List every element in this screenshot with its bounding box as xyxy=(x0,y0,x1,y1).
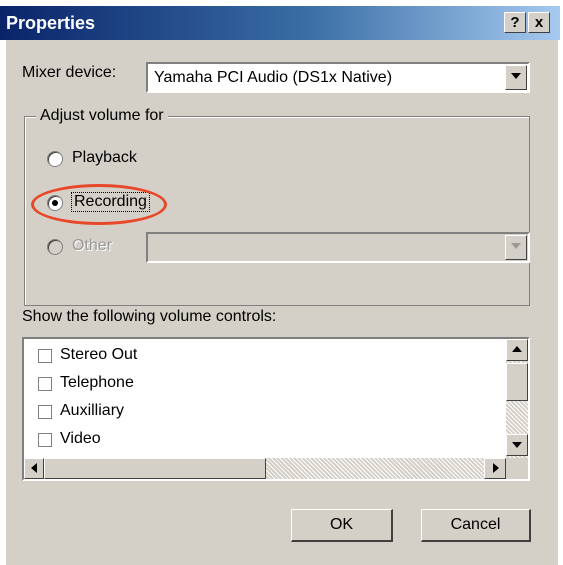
ok-button[interactable]: OK xyxy=(291,509,393,542)
video-checkbox[interactable] xyxy=(38,433,52,447)
mixer-device-label: Mixer device: xyxy=(22,64,117,81)
telephone-label[interactable]: Telephone xyxy=(60,374,134,392)
stereo-out-checkbox[interactable] xyxy=(38,349,52,363)
scroll-right-button[interactable] xyxy=(484,458,506,479)
arrow-right-icon xyxy=(493,463,499,473)
video-label[interactable]: Video xyxy=(60,430,101,448)
stereo-out-label[interactable]: Stereo Out xyxy=(60,346,137,364)
telephone-checkbox[interactable] xyxy=(38,377,52,391)
close-button[interactable]: x xyxy=(528,12,550,33)
horizontal-scrollbar[interactable] xyxy=(24,458,506,479)
help-icon: ? xyxy=(510,14,520,31)
other-device-select[interactable] xyxy=(146,232,530,263)
mixer-dropdown-button[interactable] xyxy=(505,65,527,90)
annotation-circle xyxy=(31,184,167,225)
playback-radio[interactable] xyxy=(47,151,63,167)
ok-button-label: OK xyxy=(329,516,354,533)
other-dropdown-button[interactable] xyxy=(505,235,527,260)
other-radio[interactable] xyxy=(47,239,63,255)
cancel-button-label: Cancel xyxy=(450,516,501,533)
controls-label: Show the following volume controls: xyxy=(22,308,277,325)
mixer-device-value: Yamaha PCI Audio (DS1x Native) xyxy=(154,69,393,86)
arrow-up-icon xyxy=(512,346,522,352)
arrow-down-icon xyxy=(512,442,522,448)
volume-controls-list[interactable]: Stereo Out Telephone Auxilliary Video xyxy=(22,337,530,481)
help-button[interactable]: ? xyxy=(504,12,526,33)
dialog-body: Mixer device: Yamaha PCI Audio (DS1x Nat… xyxy=(6,40,558,565)
title-bar[interactable]: Properties ? x xyxy=(0,6,560,40)
cancel-button[interactable]: Cancel xyxy=(421,509,531,542)
other-label[interactable]: Other xyxy=(72,237,112,255)
playback-label[interactable]: Playback xyxy=(72,149,137,167)
auxilliary-label[interactable]: Auxilliary xyxy=(60,402,124,420)
window-title: Properties xyxy=(6,13,96,33)
vertical-scroll-thumb[interactable] xyxy=(506,363,528,401)
scrollbar-corner xyxy=(506,458,528,479)
horizontal-scroll-thumb[interactable] xyxy=(44,458,266,479)
scroll-up-button[interactable] xyxy=(506,339,528,361)
arrow-left-icon xyxy=(31,463,37,473)
mixer-device-select[interactable]: Yamaha PCI Audio (DS1x Native) xyxy=(146,62,530,93)
adjust-volume-legend: Adjust volume for xyxy=(36,107,168,125)
auxilliary-checkbox[interactable] xyxy=(38,405,52,419)
close-icon: x xyxy=(534,14,544,31)
vertical-scrollbar[interactable] xyxy=(506,339,528,458)
properties-dialog: Properties ? x Mixer device: Yamaha PCI … xyxy=(0,0,563,565)
chevron-down-icon xyxy=(511,243,521,249)
scroll-down-button[interactable] xyxy=(506,434,528,456)
chevron-down-icon xyxy=(511,73,521,79)
scroll-left-button[interactable] xyxy=(24,458,44,479)
